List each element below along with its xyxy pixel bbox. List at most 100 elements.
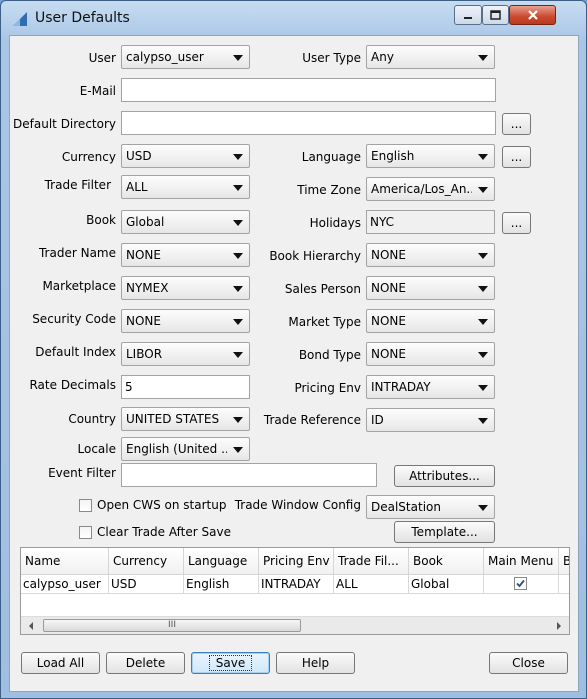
language-combo[interactable]: English xyxy=(366,144,495,168)
scroll-thumb[interactable]: III xyxy=(43,619,301,632)
column-header-name[interactable]: Name xyxy=(21,548,109,574)
delete-button[interactable]: Delete xyxy=(106,652,185,674)
default-index-combo[interactable]: LIBOR xyxy=(121,342,250,366)
country-value: UNITED STATES xyxy=(126,412,220,426)
country-combo[interactable]: UNITED STATES xyxy=(121,407,250,431)
user-type-combo[interactable]: Any xyxy=(366,45,495,69)
chevron-down-icon xyxy=(478,385,488,391)
locale-label: Locale xyxy=(77,442,116,456)
default-directory-label: Default Directory xyxy=(13,117,116,131)
title-bar[interactable]: User Defaults xyxy=(1,1,586,35)
table-row[interactable]: calypso_user USD English INTRADAY ALL Gl… xyxy=(21,575,569,594)
open-cws-label: Open CWS on startup xyxy=(97,498,227,512)
scroll-right-icon[interactable] xyxy=(553,620,565,632)
column-header-currency[interactable]: Currency xyxy=(109,548,184,574)
chevron-down-icon xyxy=(478,253,488,259)
language-more-button[interactable]: ... xyxy=(502,146,531,168)
cell-pricing-env: INTRADAY xyxy=(259,575,334,593)
cell-main-menu xyxy=(484,575,559,593)
book-hierarchy-value: NONE xyxy=(371,248,406,262)
pricing-env-combo[interactable]: INTRADAY xyxy=(366,375,495,399)
clear-trade-checkbox[interactable] xyxy=(79,526,92,539)
trade-filter-combo[interactable]: ALL xyxy=(121,175,250,199)
sales-person-combo[interactable]: NONE xyxy=(366,276,495,300)
trader-name-combo[interactable]: NONE xyxy=(121,243,250,267)
locale-combo[interactable]: English (United ... xyxy=(121,437,250,461)
scroll-left-icon[interactable] xyxy=(25,620,37,632)
bond-type-value: NONE xyxy=(371,347,406,361)
trade-filter-value: ALL xyxy=(126,180,148,194)
attributes-button[interactable]: Attributes... xyxy=(394,465,495,487)
country-label: Country xyxy=(68,412,116,426)
chevron-down-icon xyxy=(478,154,488,160)
default-directory-field[interactable] xyxy=(121,111,496,135)
holidays-more-button[interactable]: ... xyxy=(502,212,531,234)
time-zone-combo[interactable]: America/Los_An... xyxy=(366,177,495,201)
sales-person-label: Sales Person xyxy=(284,282,361,296)
security-code-combo[interactable]: NONE xyxy=(121,309,250,333)
column-header-book[interactable]: Book xyxy=(409,548,484,574)
currency-combo[interactable]: USD xyxy=(121,144,250,168)
book-value: Global xyxy=(126,215,165,229)
chevron-down-icon xyxy=(233,447,243,453)
window-title: User Defaults xyxy=(35,10,130,26)
time-zone-value: America/Los_An... xyxy=(371,182,472,196)
trade-filter-label: Trade Filter xyxy=(44,178,111,192)
horizontal-scrollbar[interactable]: III xyxy=(21,616,569,634)
close-window-button[interactable] xyxy=(509,5,556,25)
checkbox-checked-icon[interactable] xyxy=(514,577,527,590)
column-header-language[interactable]: Language xyxy=(184,548,259,574)
chevron-down-icon xyxy=(478,505,488,511)
chevron-down-icon xyxy=(478,187,488,193)
holidays-field[interactable]: NYC xyxy=(366,210,495,234)
column-header-main-menu[interactable]: Main Menu xyxy=(484,548,559,574)
sales-person-value: NONE xyxy=(371,281,406,295)
chevron-down-icon xyxy=(478,352,488,358)
book-combo[interactable]: Global xyxy=(121,210,250,234)
rate-decimals-value: 5 xyxy=(125,380,133,394)
rate-decimals-field[interactable]: 5 xyxy=(121,375,250,399)
language-label: Language xyxy=(301,150,361,164)
email-label: E-Mail xyxy=(79,84,116,98)
maximize-button[interactable] xyxy=(482,5,509,25)
language-value: English xyxy=(371,149,415,163)
trade-reference-combo[interactable]: ID xyxy=(366,408,495,432)
cell-b xyxy=(559,575,569,593)
column-header-trade-filter[interactable]: Trade Fil... xyxy=(334,548,409,574)
cell-currency: USD xyxy=(109,575,184,593)
marketplace-combo[interactable]: NYMEX xyxy=(121,276,250,300)
cell-book: Global xyxy=(409,575,484,593)
bond-type-combo[interactable]: NONE xyxy=(366,342,495,366)
user-defaults-table[interactable]: Name Currency Language Pricing Env Trade… xyxy=(20,547,570,635)
minimize-button[interactable] xyxy=(454,5,482,25)
chevron-down-icon xyxy=(233,417,243,423)
market-type-value: NONE xyxy=(371,314,406,328)
column-header-b[interactable]: B xyxy=(559,548,569,574)
chevron-down-icon xyxy=(478,418,488,424)
default-index-value: LIBOR xyxy=(126,347,163,361)
chevron-down-icon xyxy=(233,286,243,292)
security-code-label: Security Code xyxy=(32,312,116,326)
security-code-value: NONE xyxy=(126,314,161,328)
save-button[interactable]: Save xyxy=(191,652,270,674)
user-type-label: User Type xyxy=(302,51,361,65)
trade-window-config-combo[interactable]: DealStation xyxy=(366,495,495,519)
help-button[interactable]: Help xyxy=(276,652,355,674)
user-combo[interactable]: calypso_user xyxy=(121,45,250,69)
chevron-down-icon xyxy=(233,55,243,61)
currency-label: Currency xyxy=(61,150,116,164)
event-filter-field[interactable] xyxy=(121,463,377,487)
column-header-pricing-env[interactable]: Pricing Env xyxy=(259,548,334,574)
marketplace-label: Marketplace xyxy=(42,279,116,293)
load-all-button[interactable]: Load All xyxy=(21,652,100,674)
template-button[interactable]: Template... xyxy=(394,521,495,543)
market-type-combo[interactable]: NONE xyxy=(366,309,495,333)
close-button[interactable]: Close xyxy=(489,652,568,674)
trade-reference-value: ID xyxy=(371,413,384,427)
browse-directory-button[interactable]: ... xyxy=(502,113,531,135)
holidays-value: NYC xyxy=(370,215,395,229)
open-cws-checkbox[interactable] xyxy=(79,499,92,512)
email-field[interactable] xyxy=(121,78,496,102)
book-hierarchy-combo[interactable]: NONE xyxy=(366,243,495,267)
time-zone-label: Time Zone xyxy=(297,183,361,197)
